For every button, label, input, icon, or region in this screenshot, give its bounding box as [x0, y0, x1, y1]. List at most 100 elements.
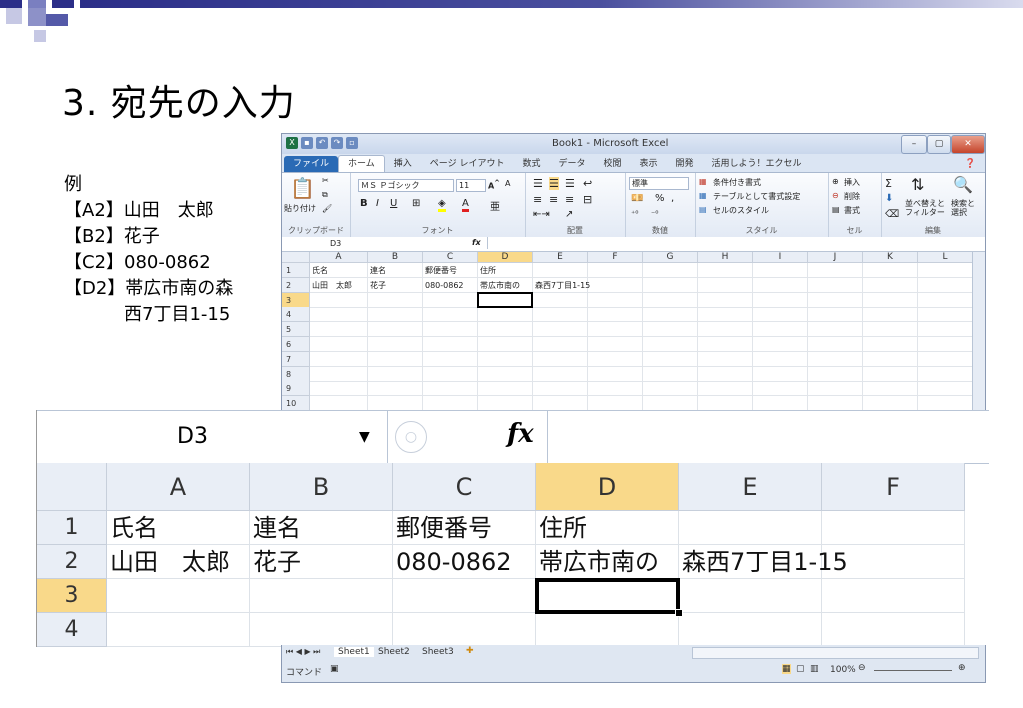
- grid-cell[interactable]: [423, 322, 478, 338]
- zoom-column-header[interactable]: F: [822, 463, 965, 511]
- grid-cell[interactable]: [533, 322, 588, 338]
- column-header[interactable]: B: [368, 252, 423, 263]
- selected-cell[interactable]: [477, 291, 533, 308]
- grid-cell[interactable]: [808, 381, 863, 397]
- close-button[interactable]: ✕: [951, 135, 985, 154]
- grid-cell[interactable]: [423, 351, 478, 367]
- italic-icon[interactable]: I: [376, 198, 379, 209]
- align-right-icon[interactable]: ≡: [565, 193, 574, 206]
- comma-icon[interactable]: ,: [671, 193, 674, 204]
- grid-cell[interactable]: [310, 396, 368, 411]
- grid-cell[interactable]: [643, 277, 698, 293]
- zoom-grid-cell[interactable]: [536, 613, 679, 647]
- grid-cell[interactable]: [698, 396, 753, 411]
- grid-cell[interactable]: 山田 太郎: [310, 277, 368, 293]
- grid-cell[interactable]: [423, 366, 478, 382]
- macro-record-icon[interactable]: ▣: [330, 664, 339, 674]
- grid-cell[interactable]: [698, 381, 753, 397]
- column-header[interactable]: C: [423, 252, 478, 263]
- grid-cell[interactable]: [698, 322, 753, 338]
- currency-icon[interactable]: 💴: [631, 193, 643, 204]
- zoom-row-header[interactable]: 2: [37, 545, 107, 579]
- grid-cell[interactable]: [588, 396, 643, 411]
- grid-cell[interactable]: [368, 337, 423, 352]
- grid-cell[interactable]: [533, 366, 588, 382]
- percent-icon[interactable]: %: [655, 193, 665, 204]
- cell-styles-button[interactable]: セルのスタイル: [713, 205, 769, 216]
- grid-cell[interactable]: [808, 277, 863, 293]
- sheet-nav-icon[interactable]: ⏮ ◀ ▶ ⏭: [286, 647, 320, 657]
- grid-cell[interactable]: [423, 396, 478, 411]
- grid-cell[interactable]: [533, 263, 588, 278]
- grid-cell[interactable]: [588, 292, 643, 308]
- zoom-grid-cell[interactable]: [679, 613, 822, 647]
- clear-icon[interactable]: ⌫: [885, 209, 899, 220]
- column-header[interactable]: H: [698, 252, 753, 263]
- zoom-grid-cell[interactable]: [250, 613, 393, 647]
- grid-cell[interactable]: [533, 337, 588, 352]
- font-color-icon[interactable]: A: [462, 198, 469, 212]
- column-header[interactable]: A: [310, 252, 368, 263]
- grid-cell[interactable]: [918, 292, 973, 308]
- vertical-scrollbar[interactable]: [972, 252, 985, 411]
- chevron-down-icon[interactable]: ▼: [359, 411, 370, 463]
- grid-cell[interactable]: [588, 337, 643, 352]
- zoom-grid-cell[interactable]: [822, 545, 965, 579]
- column-header[interactable]: D: [478, 252, 533, 263]
- shrink-font-icon[interactable]: A: [505, 179, 510, 188]
- bold-icon[interactable]: B: [360, 198, 368, 209]
- fill-handle[interactable]: [675, 609, 683, 617]
- zoom-out-icon[interactable]: ⊖: [858, 663, 866, 673]
- grid-cell[interactable]: [643, 396, 698, 411]
- zoom-grid-cell[interactable]: 帯広市南の: [536, 545, 679, 579]
- column-header[interactable]: L: [918, 252, 973, 263]
- excel-icon[interactable]: X: [286, 137, 298, 149]
- find-icon[interactable]: 🔍: [953, 175, 973, 194]
- copy-icon[interactable]: ⧉: [322, 190, 328, 200]
- format-cells-button[interactable]: 書式: [844, 205, 860, 216]
- sort-filter-button[interactable]: 並べ替えと フィルター: [905, 199, 945, 217]
- grid-cell[interactable]: [698, 263, 753, 278]
- grid-cell[interactable]: [368, 366, 423, 382]
- tab-page-layout[interactable]: ページ レイアウト: [421, 156, 514, 172]
- grid-cell[interactable]: [643, 381, 698, 397]
- row-header[interactable]: 10: [282, 396, 310, 411]
- grid-cell[interactable]: [588, 263, 643, 278]
- grid-cell[interactable]: [478, 396, 533, 411]
- tab-insert[interactable]: 挿入: [385, 156, 421, 172]
- grid-cell[interactable]: [808, 351, 863, 367]
- row-header[interactable]: 3: [282, 292, 310, 308]
- grid-cell[interactable]: 氏名: [310, 263, 368, 278]
- grid-cell[interactable]: [863, 351, 918, 367]
- grid-cell[interactable]: [863, 307, 918, 323]
- new-sheet-icon[interactable]: ✚: [466, 646, 474, 656]
- grid-cell[interactable]: [368, 396, 423, 411]
- grid-cell[interactable]: [423, 381, 478, 397]
- column-header[interactable]: I: [753, 252, 808, 263]
- zoom-grid-cell[interactable]: 郵便番号: [393, 511, 536, 545]
- grid-cell[interactable]: [533, 396, 588, 411]
- grid-cell[interactable]: [808, 263, 863, 278]
- row-header[interactable]: 6: [282, 337, 310, 352]
- zoom-grid-cell[interactable]: 森西7丁目1-15: [679, 545, 848, 579]
- formula-input[interactable]: [487, 237, 980, 249]
- name-box[interactable]: D3: [282, 238, 392, 249]
- sheet-tab-3[interactable]: Sheet3: [422, 647, 454, 657]
- zoom-grid-cell[interactable]: [250, 579, 393, 613]
- grid-cell[interactable]: [478, 307, 533, 323]
- grid-cell[interactable]: [310, 366, 368, 382]
- zoom-grid-cell[interactable]: 住所: [536, 511, 679, 545]
- format-as-table-button[interactable]: テーブルとして書式設定: [713, 191, 800, 202]
- fill-color-icon[interactable]: ◈: [438, 198, 446, 212]
- tab-developer[interactable]: 開発: [667, 156, 703, 172]
- grid-cell[interactable]: [310, 381, 368, 397]
- grid-cell[interactable]: [808, 396, 863, 411]
- grid-cell[interactable]: [643, 292, 698, 308]
- cancel-icon[interactable]: ○: [395, 421, 427, 453]
- grid-cell[interactable]: [368, 307, 423, 323]
- tab-file[interactable]: ファイル: [284, 156, 339, 172]
- grid-cell[interactable]: [918, 396, 973, 411]
- insert-cells-button[interactable]: 挿入: [844, 177, 860, 188]
- page-break-view-icon[interactable]: ▥: [810, 664, 819, 674]
- autosum-icon[interactable]: Σ: [885, 177, 892, 190]
